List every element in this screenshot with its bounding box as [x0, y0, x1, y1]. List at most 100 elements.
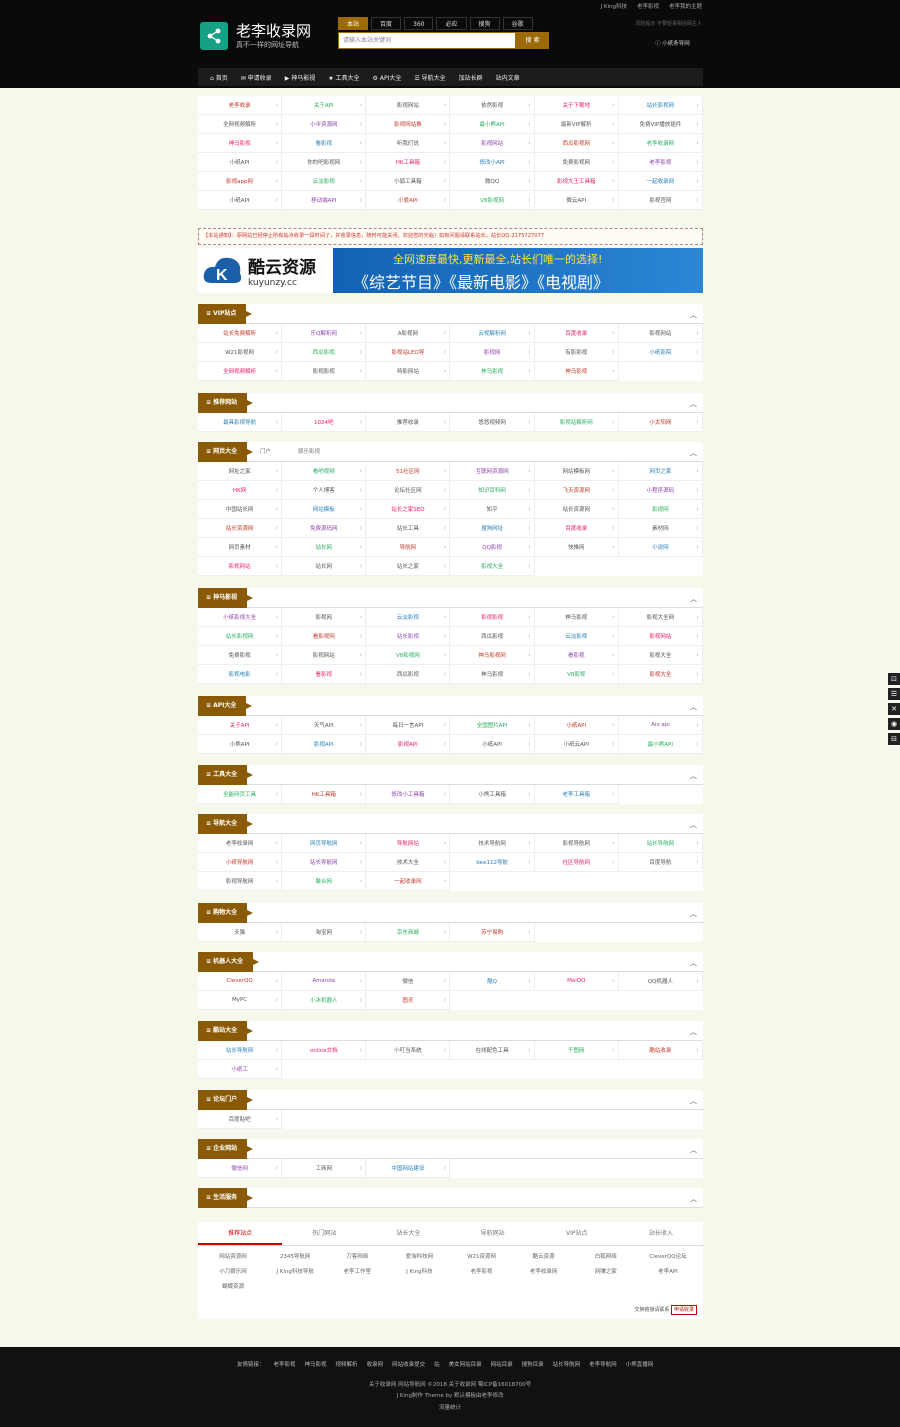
- grid-link[interactable]: MyPC: [198, 991, 283, 1010]
- search-tab[interactable]: 搜狗: [469, 17, 500, 30]
- friend-link[interactable]: W21资源网: [451, 1252, 513, 1267]
- grid-link[interactable]: 素材网: [618, 519, 703, 538]
- grid-link[interactable]: MeiQQ: [534, 972, 619, 991]
- search-tab[interactable]: 必应: [436, 17, 467, 30]
- grid-link[interactable]: 中国网站建设: [366, 1159, 451, 1178]
- grid-link[interactable]: 老李收录网: [198, 834, 283, 853]
- grid-link[interactable]: 站长免费解析: [198, 324, 283, 343]
- mini-note-link[interactable]: ⓘ 小纸条导网: [655, 38, 702, 50]
- grid-link[interactable]: 影视大全: [618, 665, 703, 684]
- collapse-icon[interactable]: ︿: [690, 448, 697, 458]
- grid-link[interactable]: 神马影视: [534, 608, 619, 627]
- grid-link[interactable]: QQ机器人: [618, 972, 703, 991]
- grid-link[interactable]: HK网: [198, 481, 283, 500]
- friend-link[interactable]: 老李API: [637, 1267, 699, 1282]
- nav-item[interactable]: ▶ 神马影视: [285, 73, 316, 82]
- grid-link[interactable]: 站长资源网: [198, 519, 283, 538]
- grid-link[interactable]: 影视官网: [618, 191, 703, 210]
- footer-link[interactable]: 小熊直播网: [626, 1360, 654, 1368]
- grid-link[interactable]: 免费影视: [198, 646, 283, 665]
- grid-link[interactable]: 百度贴吧: [198, 1110, 283, 1129]
- top-link[interactable]: 老李我的主题: [669, 2, 702, 10]
- grid-link[interactable]: 飞天资源网: [534, 481, 619, 500]
- grid-link[interactable]: 天猫: [198, 923, 283, 942]
- grid-link[interactable]: 影视网站: [198, 557, 283, 576]
- brand-title[interactable]: 老李收录网: [236, 20, 311, 41]
- collapse-icon[interactable]: ︿: [690, 771, 697, 781]
- grid-link[interactable]: 小纸云API: [534, 735, 619, 754]
- footer-link[interactable]: 收录网: [367, 1360, 384, 1368]
- grid-link[interactable]: 小叮当系统: [366, 1041, 451, 1060]
- grid-link[interactable]: 西瓜影视: [450, 627, 535, 646]
- grid-link[interactable]: 快推网: [534, 538, 619, 557]
- grid-link[interactable]: 修改小工具箱: [366, 785, 451, 804]
- grid-link[interactable]: 全网视频解析: [198, 362, 283, 381]
- collapse-icon[interactable]: ︿: [690, 820, 697, 830]
- friend-link[interactable]: 白狐网络: [575, 1252, 637, 1267]
- friend-link[interactable]: 2345导航网: [264, 1252, 326, 1267]
- collapse-icon[interactable]: ︿: [690, 909, 697, 919]
- search-tab[interactable]: 360: [404, 17, 434, 30]
- footer-link[interactable]: 老李影视: [274, 1360, 296, 1368]
- grid-link[interactable]: 小纸API: [198, 153, 283, 172]
- grid-link[interactable]: 影视网: [450, 343, 535, 362]
- grid-link[interactable]: 搜狗网址: [450, 519, 535, 538]
- nav-item[interactable]: 加站长群: [459, 73, 483, 82]
- grid-link[interactable]: 导航网: [366, 538, 451, 557]
- grid-link[interactable]: 影视网: [282, 608, 367, 627]
- collapse-icon[interactable]: ︿: [690, 1027, 697, 1037]
- grid-link[interactable]: 微信: [366, 972, 451, 991]
- grid-link[interactable]: 站长影视: [366, 627, 451, 646]
- grid-link[interactable]: 1024吧: [282, 413, 367, 432]
- grid-link[interactable]: 最具影视导航: [198, 413, 283, 432]
- nav-item[interactable]: 站内文章: [496, 73, 520, 82]
- grid-link[interactable]: 最小熊API: [618, 735, 703, 754]
- grid-link[interactable]: 听我们说: [366, 134, 451, 153]
- grid-link[interactable]: 淘宝网: [282, 923, 367, 942]
- collapse-icon[interactable]: ︿: [690, 1145, 697, 1155]
- grid-link[interactable]: 知识百科网: [450, 481, 535, 500]
- grid-link[interactable]: 看影视: [282, 665, 367, 684]
- footer-link[interactable]: 视频解析: [336, 1360, 358, 1368]
- grid-link[interactable]: 推荐收录: [366, 413, 451, 432]
- section-title[interactable]: ≡ 酷站大全: [198, 1021, 254, 1041]
- grid-link[interactable]: 百度导航: [618, 853, 703, 872]
- grid-link[interactable]: Aix api: [618, 716, 703, 735]
- grid-link[interactable]: 老李工具箱: [534, 785, 619, 804]
- grid-link[interactable]: 影视API: [282, 735, 367, 754]
- grid-link[interactable]: 京东商城: [366, 923, 451, 942]
- grid-link[interactable]: 站长网: [282, 538, 367, 557]
- grid-link[interactable]: 百度收录: [534, 324, 619, 343]
- grid-link[interactable]: 站长导航网: [618, 834, 703, 853]
- grid-link[interactable]: 站长工具: [366, 519, 451, 538]
- grid-link[interactable]: HK工具箱: [366, 153, 451, 172]
- collapse-icon[interactable]: ︿: [690, 594, 697, 604]
- grid-link[interactable]: 小狐工具箱: [366, 172, 451, 191]
- section-title[interactable]: ≡ 工具大全: [198, 765, 254, 785]
- grid-link[interactable]: 影视站LEO导: [366, 343, 451, 362]
- grid-link[interactable]: 小纸导航网: [198, 853, 283, 872]
- grid-link[interactable]: 全国图片API: [450, 716, 535, 735]
- grid-link[interactable]: 西瓜影视: [282, 343, 367, 362]
- section-subtab[interactable]: 娱乐影视: [298, 442, 320, 462]
- nav-item[interactable]: ☰ 导航大全: [414, 73, 445, 82]
- footer-link[interactable]: 美女网站目录: [449, 1360, 482, 1368]
- grid-link[interactable]: QQ影视: [450, 538, 535, 557]
- footer-link[interactable]: 网站收录提交: [392, 1360, 425, 1368]
- grid-link[interactable]: 神马影视: [450, 665, 535, 684]
- section-title[interactable]: ≡ 导航大全: [198, 814, 254, 834]
- grid-link[interactable]: V8影视: [534, 665, 619, 684]
- grid-link[interactable]: 网站模板网: [534, 462, 619, 481]
- grid-link[interactable]: 影视导航网: [198, 872, 283, 891]
- section-title[interactable]: ≡ 机器人大全: [198, 952, 260, 972]
- grid-link[interactable]: 云淡影视: [534, 627, 619, 646]
- nav-item[interactable]: ✉ 申请收录: [241, 73, 272, 82]
- grid-link[interactable]: 微QQ: [450, 172, 535, 191]
- grid-link[interactable]: 小纸影视大全: [198, 608, 283, 627]
- friend-link[interactable]: 老李收录网: [513, 1267, 575, 1282]
- bottom-icon[interactable]: ⊟: [888, 733, 900, 745]
- grid-link[interactable]: 导航网站: [366, 834, 451, 853]
- menu-icon[interactable]: ☰: [888, 688, 900, 700]
- friend-tab[interactable]: 站长收入: [619, 1222, 703, 1245]
- grid-link[interactable]: HK工具箱: [282, 785, 367, 804]
